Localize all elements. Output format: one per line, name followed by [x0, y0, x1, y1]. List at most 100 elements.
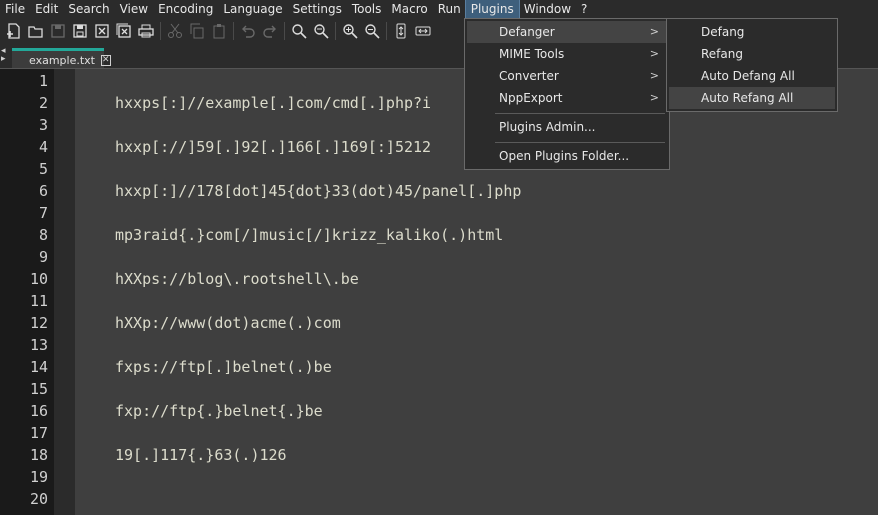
menu-settings[interactable]: Settings: [288, 0, 347, 18]
tab-scroll-arrows[interactable]: ◂ ▸: [1, 47, 11, 64]
code-line-14[interactable]: fxps://ftp[.]belnet(.)be: [115, 356, 332, 378]
menu-item-label: MIME Tools: [499, 47, 565, 61]
menu-item-label: Converter: [499, 69, 559, 83]
line-number-gutter: 1 2 3 4 5 6 7 8 9 10 11 12 13 14 15 16 1…: [0, 69, 54, 515]
line-number: 14: [29, 358, 48, 376]
plugins-menu: Defanger > MIME Tools > Converter > NppE…: [464, 18, 670, 170]
zoom-in-icon[interactable]: [339, 20, 361, 42]
menu-item-defang[interactable]: Defang: [669, 21, 835, 43]
menu-run[interactable]: Run: [433, 0, 466, 18]
menu-item-refang[interactable]: Refang: [669, 43, 835, 65]
menu-search[interactable]: Search: [63, 0, 114, 18]
line-number: 17: [29, 424, 48, 442]
toolbar-separator: [233, 22, 234, 40]
code-line-12[interactable]: hXXp://www(dot)acme(.)com: [115, 312, 341, 334]
line-number: 16: [29, 402, 48, 420]
toolbar-separator: [160, 22, 161, 40]
menu-plugins[interactable]: Plugins: [464, 0, 520, 19]
menu-item-plugins-admin[interactable]: Plugins Admin...: [467, 116, 667, 138]
line-number: 8: [38, 226, 48, 244]
line-number: 7: [38, 204, 48, 222]
menu-item-label: Auto Refang All: [701, 91, 794, 105]
sync-horizontal-icon[interactable]: [412, 20, 434, 42]
sync-vertical-icon[interactable]: [390, 20, 412, 42]
menu-item-label: Plugins Admin...: [499, 120, 596, 134]
tab-label: example.txt: [29, 53, 95, 67]
submenu-arrow-icon: >: [649, 91, 659, 104]
toolbar-separator: [335, 22, 336, 40]
menu-language[interactable]: Language: [218, 0, 287, 18]
menu-item-mime-tools[interactable]: MIME Tools >: [467, 43, 667, 65]
editor[interactable]: 1 2 3 4 5 6 7 8 9 10 11 12 13 14 15 16 1…: [0, 69, 878, 515]
toolbar-separator: [386, 22, 387, 40]
toolbar-separator: [284, 22, 285, 40]
line-number: 18: [29, 446, 48, 464]
menu-item-label: NppExport: [499, 91, 563, 105]
menu-item-label: Auto Defang All: [701, 69, 795, 83]
line-number: 9: [38, 248, 48, 266]
menu-item-auto-defang-all[interactable]: Auto Defang All: [669, 65, 835, 87]
line-number: 13: [29, 336, 48, 354]
menu-item-label: Refang: [701, 47, 743, 61]
menu-edit[interactable]: Edit: [30, 0, 63, 18]
paste-icon[interactable]: [208, 20, 230, 42]
line-number: 4: [38, 138, 48, 156]
copy-icon[interactable]: [186, 20, 208, 42]
zoom-out-icon[interactable]: [361, 20, 383, 42]
menu-bar: File Edit Search View Encoding Language …: [0, 0, 878, 19]
menu-tools[interactable]: Tools: [347, 0, 387, 18]
menu-view[interactable]: View: [115, 0, 153, 18]
code-line-18[interactable]: 19[.]117{.}63(.)126: [115, 444, 287, 466]
undo-icon[interactable]: [237, 20, 259, 42]
code-line-10[interactable]: hXXps://blog\.rootshell\.be: [115, 268, 359, 290]
open-file-icon[interactable]: [25, 20, 47, 42]
menu-window[interactable]: Window: [519, 0, 576, 18]
line-number: 5: [38, 160, 48, 178]
redo-icon[interactable]: [259, 20, 281, 42]
cut-icon[interactable]: [164, 20, 186, 42]
line-number: 19: [29, 468, 48, 486]
line-number: 1: [38, 72, 48, 90]
code-line-8[interactable]: mp3raid{.}com[/]music[/]krizz_kaliko(.)h…: [115, 224, 503, 246]
tab-example-txt[interactable]: example.txt ✕: [12, 48, 111, 69]
submenu-arrow-icon: >: [649, 47, 659, 60]
code-line-4[interactable]: hxxp[://]59[.]92[.]166[.]169[:]5212: [115, 136, 431, 158]
close-all-icon[interactable]: [113, 20, 135, 42]
menu-item-auto-refang-all[interactable]: Auto Refang All: [669, 87, 835, 109]
line-number: 10: [29, 270, 48, 288]
menu-separator: [495, 142, 665, 143]
defanger-submenu: Defang Refang Auto Defang All Auto Refan…: [666, 18, 838, 112]
menu-item-defanger[interactable]: Defanger >: [467, 21, 667, 43]
save-icon[interactable]: [47, 20, 69, 42]
menu-file[interactable]: File: [0, 0, 30, 18]
line-number: 12: [29, 314, 48, 332]
code-line-16[interactable]: fxp://ftp{.}belnet{.}be: [115, 400, 323, 422]
code-line-2[interactable]: hxxps[:]//example[.]com/cmd[.]php?i: [115, 92, 431, 114]
menu-item-converter[interactable]: Converter >: [467, 65, 667, 87]
replace-icon[interactable]: [310, 20, 332, 42]
save-all-icon[interactable]: [69, 20, 91, 42]
new-file-icon[interactable]: [3, 20, 25, 42]
close-icon[interactable]: [91, 20, 113, 42]
menu-help[interactable]: ?: [576, 0, 592, 18]
print-icon[interactable]: [135, 20, 157, 42]
menu-item-label: Defanger: [499, 25, 555, 39]
line-number: 20: [29, 490, 48, 508]
line-number: 2: [38, 94, 48, 112]
line-number: 6: [38, 182, 48, 200]
code-line-6[interactable]: hxxp[:]//178[dot]45{dot}33(dot)45/panel[…: [115, 180, 521, 202]
menu-item-nppexport[interactable]: NppExport >: [467, 87, 667, 109]
menu-item-open-plugins-folder[interactable]: Open Plugins Folder...: [467, 145, 667, 167]
line-number: 15: [29, 380, 48, 398]
find-icon[interactable]: [288, 20, 310, 42]
tab-close-icon[interactable]: ✕: [100, 54, 111, 66]
menu-macro[interactable]: Macro: [386, 0, 432, 18]
submenu-arrow-icon: >: [649, 69, 659, 82]
line-number: 11: [29, 292, 48, 310]
menu-item-label: Defang: [701, 25, 745, 39]
submenu-arrow-icon: >: [649, 25, 659, 38]
fold-margin: [54, 69, 75, 515]
menu-item-label: Open Plugins Folder...: [499, 149, 630, 163]
line-number: 3: [38, 116, 48, 134]
menu-encoding[interactable]: Encoding: [153, 0, 218, 18]
